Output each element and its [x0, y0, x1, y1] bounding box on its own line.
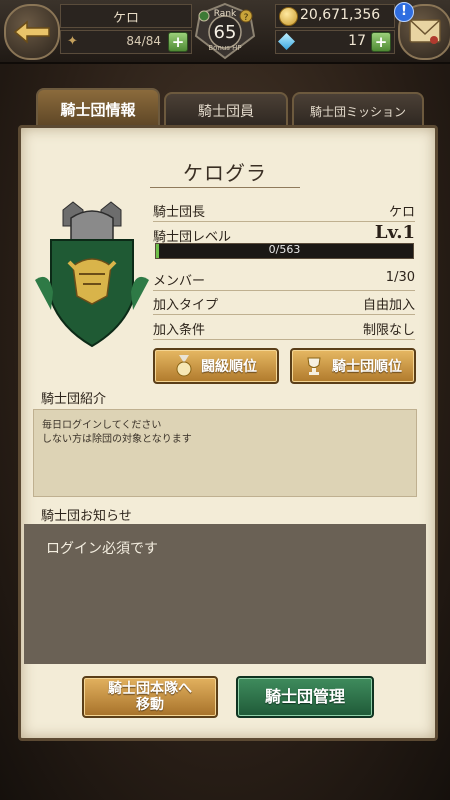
tab-clan-info[interactable]: 騎士団情報: [36, 88, 160, 130]
add-gems-button[interactable]: +: [371, 32, 391, 52]
rank-sub-label: Bonus HP: [208, 44, 242, 52]
intro-text-box: 毎日ログインしてください しない方は除団の対象となります: [33, 409, 417, 497]
leader-label: 騎士団長: [153, 205, 206, 220]
members-row: メンバー 1/30: [153, 268, 415, 290]
clan-crest-emblem: [35, 201, 149, 348]
tab-label: 騎士団員: [198, 104, 254, 120]
back-arrow-icon: [13, 20, 50, 44]
trophy-icon: [307, 357, 321, 375]
rank-value: 65: [213, 22, 237, 43]
stamina-value: 84/84: [126, 34, 161, 48]
leader-row: 騎士団長 ケロ: [153, 199, 415, 221]
join-condition-value: 制限なし: [362, 323, 415, 338]
move-main-label-1: 騎士団本隊へ: [108, 681, 192, 697]
title-divider: [150, 187, 300, 188]
notice-box: ログイン必須です: [24, 524, 426, 664]
move-main-label-2: 移動: [136, 697, 164, 713]
gem-icon: [278, 33, 295, 50]
move-to-main-clan-button[interactable]: 騎士団本隊へ 移動: [82, 676, 218, 718]
gold-value: 20,671,356: [300, 7, 381, 23]
join-type-label: 加入タイプ: [153, 298, 219, 313]
medal-icon: [176, 355, 192, 377]
gold-display: 20,671,356: [275, 4, 395, 28]
gold-coin-icon: [279, 7, 298, 26]
battle-rank-button[interactable]: 闘級順位: [153, 348, 279, 384]
row-divider: [153, 290, 415, 291]
add-stamina-button[interactable]: +: [168, 32, 188, 52]
gem-value: 17: [348, 33, 366, 49]
join-condition-label: 加入条件: [153, 323, 206, 338]
clan-rank-label: 騎士団順位: [332, 359, 402, 375]
row-divider: [153, 339, 415, 340]
join-type-row: 加入タイプ 自由加入: [153, 292, 415, 314]
clan-manage-label: 騎士団管理: [264, 687, 345, 706]
battle-rank-label: 闘級順位: [201, 359, 257, 375]
level-value: Lv.1: [374, 222, 415, 243]
tab-label: 騎士団情報: [60, 100, 136, 119]
stamina-icon: ✦: [67, 34, 78, 49]
rank-emblem[interactable]: ? Rank 65 Bonus HP: [192, 2, 258, 60]
back-button[interactable]: [4, 4, 60, 60]
join-type-value: 自由加入: [362, 298, 415, 313]
leader-value: ケロ: [388, 205, 415, 220]
stamina-display: ✦ 84/84 +: [60, 30, 192, 54]
members-value: 1/30: [385, 270, 415, 285]
members-label: メンバー: [153, 274, 206, 289]
tab-label: 騎士団ミッション: [309, 104, 406, 119]
intro-line-1: 毎日ログインしてください: [42, 420, 162, 431]
clan-name: ケログラ: [183, 161, 267, 185]
top-status-bar: ケロ ✦ 84/84 + ? Rank 65 Bonus HP 20,671,3…: [0, 0, 450, 64]
exp-progress-text: 0/563: [268, 243, 301, 256]
clan-manage-button[interactable]: 騎士団管理: [236, 676, 374, 718]
intro-line-2: しない方は除団の対象となります: [42, 434, 192, 445]
notice-heading: 騎士団お知らせ: [41, 509, 132, 524]
notice-text: ログイン必須です: [46, 541, 158, 557]
level-row: 騎士団レベル Lv.1: [153, 222, 415, 245]
row-divider: [153, 314, 415, 315]
rank-label: Rank: [213, 9, 237, 19]
player-name: ケロ: [60, 4, 192, 28]
exp-progress-bar: 0/563: [155, 243, 414, 259]
gem-display: 17 +: [275, 30, 395, 54]
info-badge-icon: !: [394, 2, 414, 22]
clan-rank-button[interactable]: 騎士団順位: [290, 348, 416, 384]
join-condition-row: 加入条件 制限なし: [153, 317, 415, 339]
intro-heading: 騎士団紹介: [41, 392, 107, 407]
